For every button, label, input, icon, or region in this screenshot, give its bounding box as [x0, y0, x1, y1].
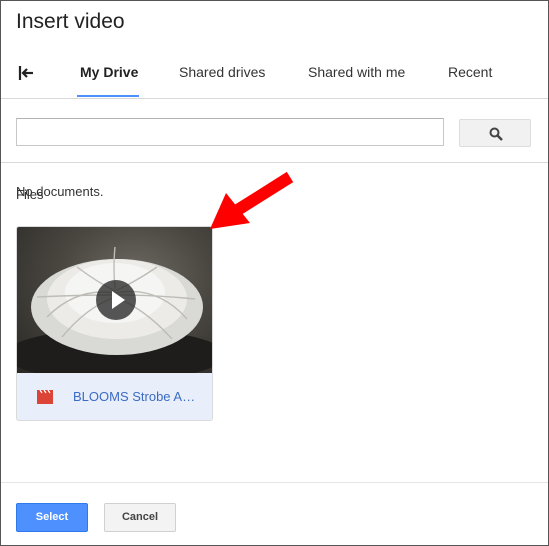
search-divider	[1, 162, 548, 163]
red-arrow-annotation-icon	[210, 171, 294, 229]
file-info: BLOOMS Strobe Ani...	[17, 373, 212, 420]
tab-shared-drives[interactable]: Shared drives	[179, 64, 265, 80]
tab-my-drive[interactable]: My Drive	[80, 64, 138, 80]
active-tab-indicator	[77, 95, 139, 97]
insert-video-dialog: Insert video My Drive Shared drives Shar…	[0, 0, 549, 546]
video-file-card[interactable]: BLOOMS Strobe Ani...	[16, 226, 213, 421]
search-input[interactable]	[16, 118, 444, 146]
search-icon	[489, 127, 503, 141]
dialog-title: Insert video	[16, 10, 125, 33]
no-documents-message: No documents.	[16, 184, 104, 199]
video-file-icon	[37, 390, 53, 404]
select-button[interactable]: Select	[16, 503, 88, 532]
cancel-button[interactable]: Cancel	[104, 503, 176, 532]
tab-shared-with-me[interactable]: Shared with me	[308, 64, 405, 80]
file-name: BLOOMS Strobe Ani...	[73, 389, 201, 404]
tab-bar: My Drive Shared drives Shared with me Re…	[1, 49, 548, 99]
tab-recent[interactable]: Recent	[448, 64, 492, 80]
search-button[interactable]	[459, 119, 531, 147]
back-arrow-icon[interactable]	[16, 63, 38, 83]
footer-divider	[1, 482, 548, 483]
play-icon[interactable]	[96, 280, 136, 320]
video-thumbnail	[17, 227, 212, 381]
